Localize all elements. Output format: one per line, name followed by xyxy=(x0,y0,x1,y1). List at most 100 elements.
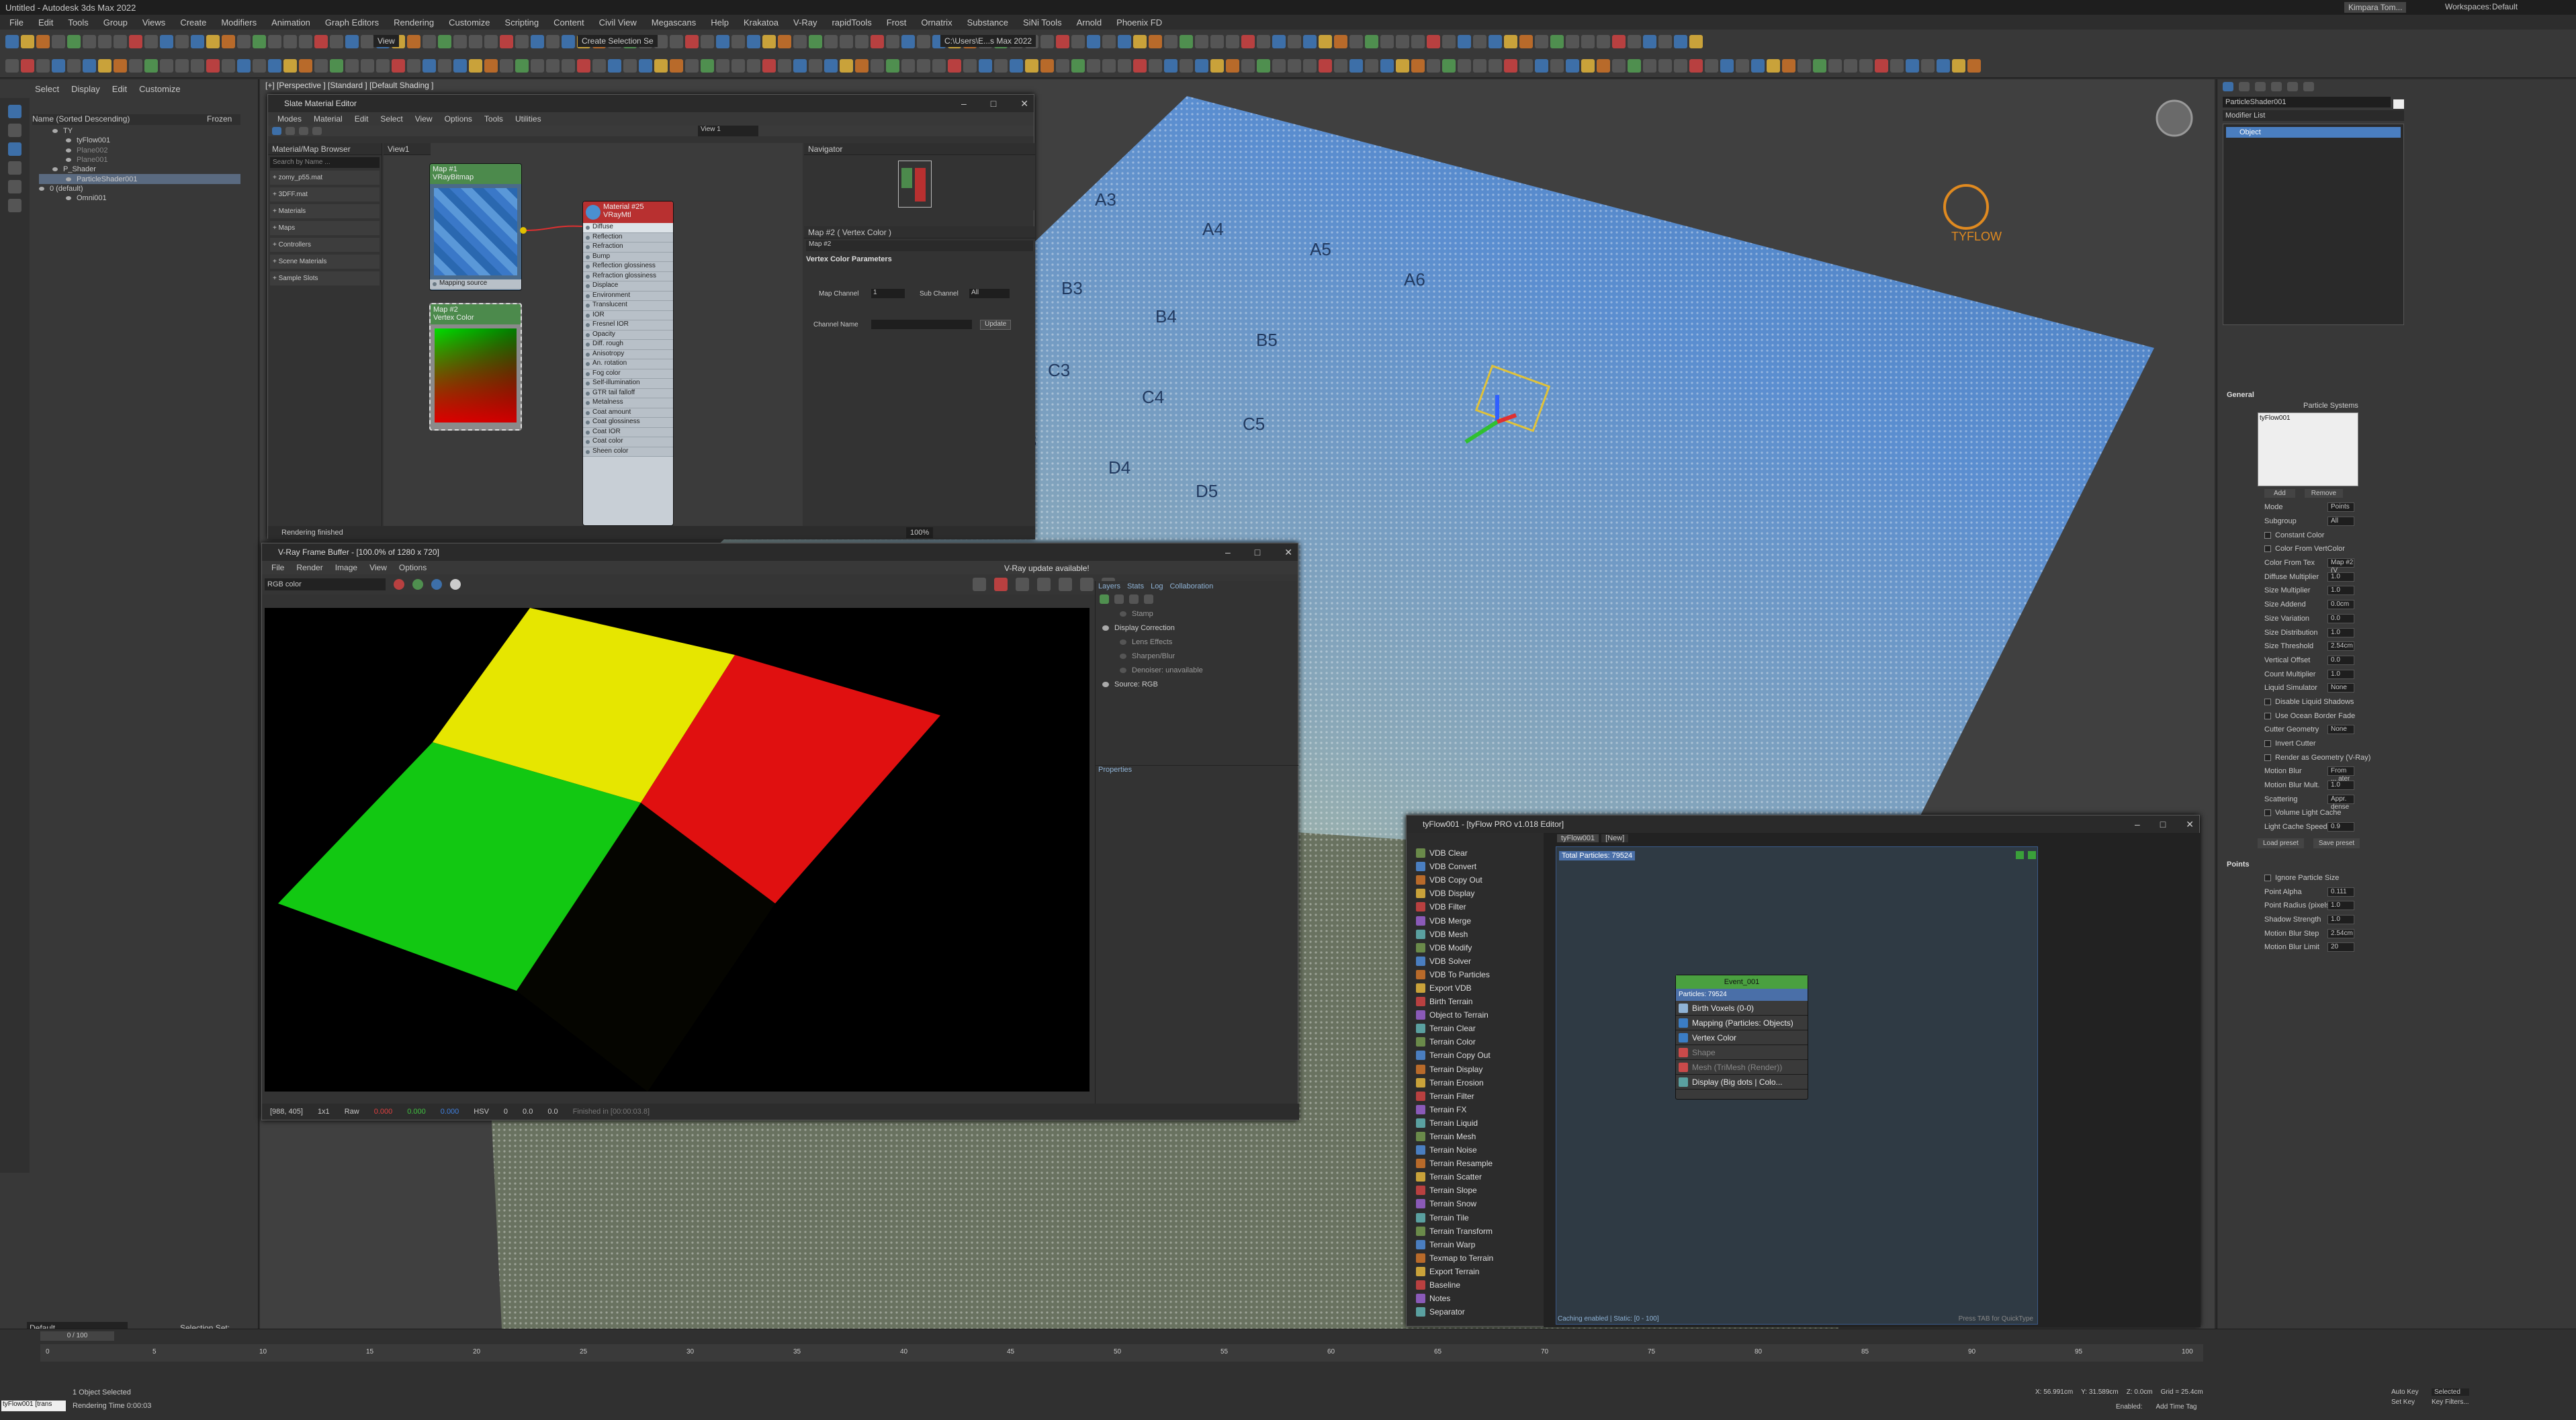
hierarchy-icon[interactable] xyxy=(8,142,21,156)
explorer-tab-customize[interactable]: Customize xyxy=(139,84,180,94)
bind-icon[interactable] xyxy=(484,35,498,48)
render-teapot-icon[interactable] xyxy=(1080,578,1094,591)
display-tab-icon[interactable] xyxy=(2287,82,2298,91)
property-value[interactable]: 2.54cm xyxy=(2327,641,2354,652)
render-frame-icon[interactable] xyxy=(376,59,390,73)
render-icon[interactable] xyxy=(809,35,822,48)
curve-editor-icon[interactable] xyxy=(1566,35,1579,48)
bind-icon[interactable] xyxy=(67,59,81,73)
layers-icon[interactable] xyxy=(1967,59,1981,73)
tyflow-close-icon[interactable]: ✕ xyxy=(2186,819,2194,830)
rect-select-icon[interactable] xyxy=(1782,59,1795,73)
browser-group[interactable]: + Scene Materials xyxy=(270,255,380,269)
property-checkbox[interactable] xyxy=(2264,740,2271,748)
layers-icon[interactable] xyxy=(1550,35,1564,48)
vfb-tab-stats[interactable]: Stats xyxy=(1127,582,1144,590)
navigator-preview[interactable] xyxy=(898,161,932,208)
browser-search-input[interactable]: Search by Name ... xyxy=(270,157,380,168)
render-setup-icon[interactable] xyxy=(778,59,791,73)
property-checkbox[interactable] xyxy=(2264,698,2271,705)
spinner-snap-icon[interactable] xyxy=(670,35,683,48)
set-key-button[interactable]: Set Key xyxy=(2391,1399,2419,1406)
select-tool-icon[interactable] xyxy=(272,127,281,135)
align-icon[interactable] xyxy=(283,35,297,48)
pick-icon[interactable] xyxy=(285,127,295,135)
tyflow-operator-item[interactable]: Terrain Snow xyxy=(1412,1197,1537,1210)
tyflow-operator-item[interactable]: Object to Terrain xyxy=(1412,1008,1537,1022)
window-icon[interactable] xyxy=(546,35,560,48)
rendered-image[interactable] xyxy=(265,608,1090,1092)
slate-menu-utilities[interactable]: Utilities xyxy=(515,114,541,124)
curve-editor-icon[interactable] xyxy=(731,35,745,48)
property-value[interactable]: 1.0 xyxy=(2327,627,2354,637)
tyflow-operator-item[interactable]: VDB To Particles xyxy=(1412,968,1537,981)
mirror-icon[interactable] xyxy=(268,59,281,73)
motion-tab-icon[interactable] xyxy=(2271,82,2282,91)
property-value[interactable]: From ... ater xyxy=(2327,766,2354,783)
visibility-eye-icon[interactable] xyxy=(39,186,44,191)
tyflow-operator-item[interactable]: Terrain Clear xyxy=(1412,1022,1537,1035)
rotate-icon[interactable] xyxy=(994,59,1008,73)
update-button[interactable]: Update xyxy=(980,320,1012,330)
tyflow-operator-item[interactable]: Export Terrain xyxy=(1412,1265,1537,1278)
event-operator[interactable]: Mesh (TriMesh (Render)) xyxy=(1676,1060,1808,1075)
menu-help[interactable]: Help xyxy=(711,17,729,28)
mirror-icon[interactable] xyxy=(1102,35,1116,48)
vfb-menu-image[interactable]: Image xyxy=(335,563,357,572)
event-operator[interactable]: Display (Big dots | Colo... xyxy=(1676,1075,1808,1090)
save-image-icon[interactable] xyxy=(973,578,986,591)
tyflow-operator-item[interactable]: Terrain Tile xyxy=(1412,1211,1537,1225)
spinner-snap-icon[interactable] xyxy=(1504,59,1517,73)
points-rollout-header[interactable]: Points xyxy=(2217,852,2576,871)
tyflow-operator-item[interactable]: Terrain Liquid xyxy=(1412,1116,1537,1130)
vfb-layer-row[interactable]: Source: RGB xyxy=(1096,677,1298,691)
redo-icon[interactable] xyxy=(21,35,34,48)
material-slot[interactable]: Coat amount xyxy=(583,408,673,418)
redo-icon[interactable] xyxy=(855,35,869,48)
object-color-swatch[interactable] xyxy=(2393,99,2404,109)
percent-snap-icon[interactable] xyxy=(1071,59,1085,73)
menu-megascans[interactable]: Megascans xyxy=(652,17,696,28)
move-icon[interactable] xyxy=(144,59,158,73)
lights-icon[interactable] xyxy=(8,161,21,175)
percent-snap-icon[interactable] xyxy=(654,59,668,73)
tyflow-operator-item[interactable]: VDB Convert xyxy=(1412,860,1537,873)
mirror-icon[interactable] xyxy=(1519,59,1533,73)
select-icon[interactable] xyxy=(500,59,513,73)
render-frame-icon[interactable] xyxy=(793,35,807,48)
select-name-icon[interactable] xyxy=(515,59,529,73)
move-icon[interactable] xyxy=(1396,59,1409,73)
vfb-maximize-icon[interactable]: □ xyxy=(1255,547,1260,558)
select-icon[interactable] xyxy=(1334,35,1347,48)
spinner-snap-icon[interactable] xyxy=(1087,35,1100,48)
scene-object-row[interactable]: Omni001 xyxy=(39,193,240,203)
select-icon[interactable] xyxy=(917,35,930,48)
material-slot[interactable]: Coat glossiness xyxy=(583,418,673,428)
unlink-icon[interactable] xyxy=(1720,59,1734,73)
blue-channel-icon[interactable] xyxy=(431,579,442,590)
scale-icon[interactable] xyxy=(1844,59,1857,73)
save-layers-icon[interactable] xyxy=(1114,594,1124,604)
tyflow-operator-item[interactable]: VDB Display xyxy=(1412,887,1537,900)
window-icon[interactable] xyxy=(546,59,560,73)
property-value[interactable]: 1.0 xyxy=(2327,586,2354,596)
angle-snap-icon[interactable] xyxy=(1473,59,1486,73)
mirror-icon[interactable] xyxy=(268,35,281,48)
tyflow-tab-new[interactable]: [New] xyxy=(1601,834,1629,842)
rotate-icon[interactable] xyxy=(1828,59,1842,73)
schematic-icon[interactable] xyxy=(747,35,760,48)
undo-icon[interactable] xyxy=(423,35,436,48)
red-channel-icon[interactable] xyxy=(394,579,404,590)
event-operator[interactable]: Mapping (Particles: Objects) xyxy=(1676,1016,1808,1030)
material-slot[interactable]: Reflection glossiness xyxy=(583,262,673,272)
menu-graph-editors[interactable]: Graph Editors xyxy=(325,17,379,28)
property-value[interactable]: Appr. dense xyxy=(2327,794,2354,811)
visibility-eye-icon[interactable] xyxy=(66,196,71,201)
schematic-icon[interactable] xyxy=(1581,59,1595,73)
curve-editor-icon[interactable] xyxy=(1566,59,1579,73)
tyflow-operator-item[interactable]: Baseline xyxy=(1412,1278,1537,1292)
render-setup-icon[interactable] xyxy=(778,35,791,48)
layers-icon[interactable] xyxy=(1550,59,1564,73)
filter-icon[interactable] xyxy=(8,105,21,118)
modify-tab-icon[interactable] xyxy=(2239,82,2250,91)
